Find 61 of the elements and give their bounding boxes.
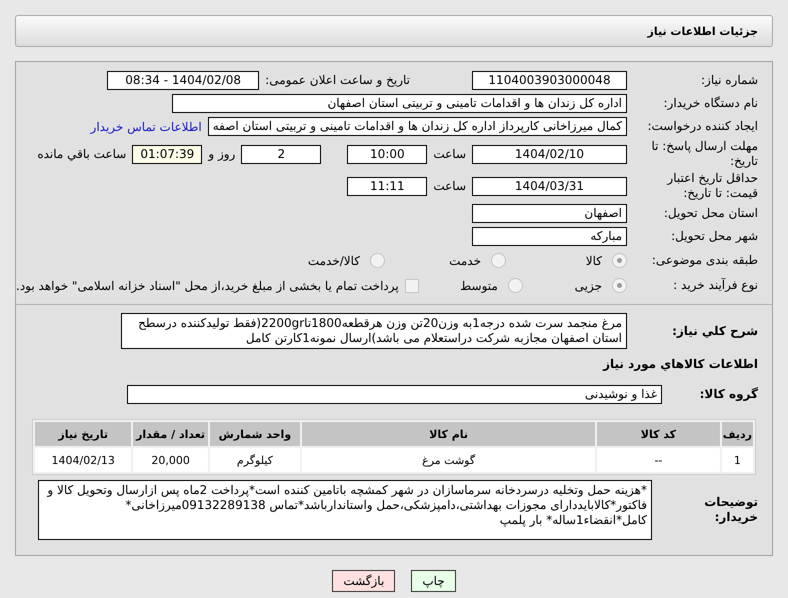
field-label: گروه کالا: (698, 386, 758, 402)
field-label: شهر محل تحویل: (670, 229, 758, 244)
field-label: توضیحات خریدار: (703, 495, 758, 525)
field-label: تاریخ و ساعت اعلان عمومی: (265, 72, 410, 88)
field-label: حداقل تاریخ اعتبار قیمت: تا تاریخ: (666, 171, 758, 201)
table-cell: 1 (722, 448, 753, 472)
field-label: مهلت ارسال پاسخ: تا تاریخ: (650, 139, 758, 169)
page-title: جزئیات اطلاعات نیاز (648, 24, 758, 38)
checkbox-label: پرداخت تمام یا بخشی از مبلغ خرید،از محل "اسناد خزانه اسلامی" خواهد بود. (16, 278, 399, 292)
text-field[interactable]: 2 (241, 144, 322, 164)
contact-link[interactable]: اطلاعات تماس خریدار (90, 120, 202, 134)
column-header: نام کالا (302, 422, 596, 446)
field-label: روز و (208, 147, 236, 161)
text-field[interactable]: اداره کل زندان ها و اقدامات تامینی و تربیتی استان اصفهان (172, 94, 627, 113)
countdown-field[interactable]: 01:07:39 (132, 144, 202, 164)
option-label: کالا/خدمت (308, 254, 360, 268)
option-label: خدمت (449, 254, 481, 268)
radio-button[interactable] (612, 253, 627, 268)
field-label: ساعت (433, 179, 466, 193)
option-label: جزیی (574, 278, 602, 292)
text-field[interactable]: 1404/02/10 (472, 144, 627, 164)
field-label: شماره نیاز: (700, 72, 758, 88)
checkbox[interactable] (404, 278, 419, 292)
radio-button[interactable] (370, 253, 385, 268)
table-cell: گوشت مرغ (302, 448, 596, 472)
text-field[interactable]: 11:11 (347, 176, 428, 196)
column-header: کد کالا (597, 422, 720, 446)
field-label: ساعت (433, 147, 466, 161)
text-field[interactable]: 10:00 (347, 144, 428, 164)
field-label: نام دستگاه خریدار: (662, 96, 758, 111)
column-header: ردیف (722, 422, 753, 446)
field-label: نوع فرآیند خرید : (672, 278, 758, 293)
text-field[interactable]: مبارکه (472, 227, 627, 246)
radio-button[interactable] (491, 253, 506, 268)
field-label: ایجاد کننده درخواست: (646, 119, 758, 134)
field-label: شرح کلي نياز: (671, 324, 758, 338)
notes-field[interactable]: *هزینه حمل وتخلیه درسردخانه سرماسازان در شهر کمشچه باتامین کننده است*پرداخت 2ماه پس ازارسال وتحویل کالا و فاکتور*کالابایددارای مجوزات بهداشتی،دامپزشکی،حمل واستاندارباشد*تماس 09132289138میرزاخانی* کامل*انقضاء1ساله* بار پلمپ (38, 480, 652, 540)
field-label: ساعت باقي مانده (37, 147, 126, 161)
text-field[interactable]: اصفهان (472, 204, 627, 223)
text-field[interactable]: 1104003903000048 (472, 70, 627, 90)
field-label: استان محل تحویل: (662, 206, 758, 221)
table-cell: -- (597, 448, 720, 472)
description-field[interactable]: مرغ منجمد سرت شده درجه1به وزن20تن وزن هرقطعه1800تا2200gr(فقط تولیدکننده درسطح استان اصفهان مجازبه شرکت دراستعلام می باشد)ارسال نمونه1کارتن کامل (121, 313, 627, 349)
text-field[interactable]: 1404/03/31 (472, 176, 627, 196)
text-field[interactable]: کمال میرزاخانی کارپرداز اداره کل زندان ها و اقدامات تامینی و تربیتی استان اصفه (208, 117, 627, 136)
table-cell: کیلوگرم (210, 448, 300, 472)
option-label: متوسط (460, 278, 498, 292)
radio-button[interactable] (612, 278, 627, 293)
text-field[interactable]: 1404/02/08 - 08:34 (107, 70, 260, 90)
column-header: تاریخ نیاز (35, 422, 132, 446)
field-label: طبقه بندی موضوعی: (650, 253, 758, 268)
section-heading: اطلاعات کالاهاي مورد نياز (603, 357, 758, 371)
column-header: واحد شمارش (210, 422, 300, 446)
text-field[interactable]: غذا و نوشیدنی (127, 384, 662, 404)
option-label: کالا (586, 254, 602, 268)
column-header: تعداد / مقدار (133, 422, 208, 446)
table-cell: 1404/02/13 (35, 448, 132, 472)
print-button[interactable]: چاپ (411, 570, 456, 592)
back-button[interactable]: بازگشت (332, 570, 396, 592)
table-cell: 20,000 (133, 448, 208, 472)
radio-button[interactable] (508, 278, 523, 293)
